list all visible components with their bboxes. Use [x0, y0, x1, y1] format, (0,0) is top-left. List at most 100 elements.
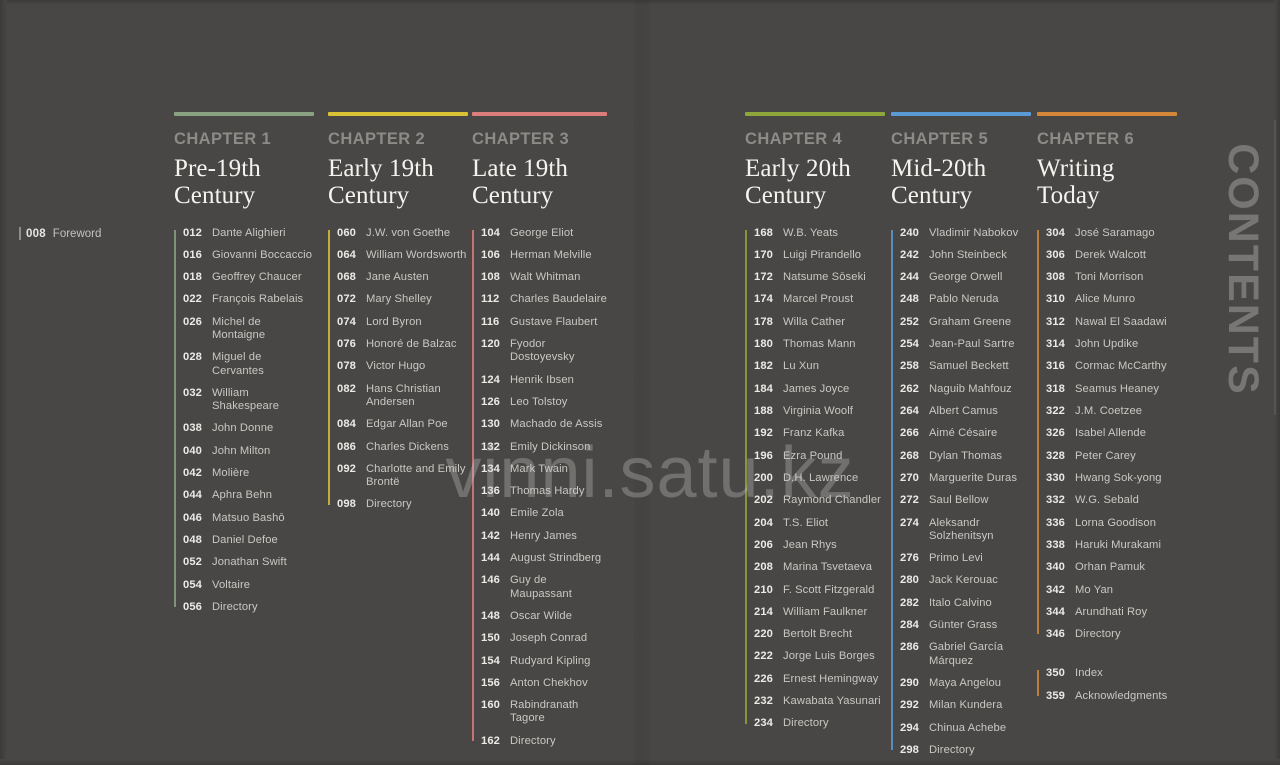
toc-entry[interactable]: 359 Acknowledgments [1046, 690, 1177, 703]
toc-entry[interactable]: 330 Hwang Sok-yong [1046, 472, 1177, 485]
toc-entry[interactable]: 318 Seamus Heaney [1046, 383, 1177, 396]
toc-entry[interactable]: 168 W.B. Yeats [754, 227, 885, 240]
toc-entry[interactable]: 206 Jean Rhys [754, 539, 885, 552]
toc-entry[interactable]: 342 Mo Yan [1046, 584, 1177, 597]
toc-entry[interactable]: 326 Isabel Allende [1046, 427, 1177, 440]
toc-entry[interactable]: 026 Michel de Montaigne [183, 316, 314, 342]
toc-entry[interactable]: 270 Marguerite Duras [900, 472, 1031, 485]
toc-entry[interactable]: 056 Directory [183, 601, 314, 614]
toc-entry[interactable]: 200 D.H. Lawrence [754, 472, 885, 485]
toc-entry[interactable]: 314 John Updike [1046, 338, 1177, 351]
toc-entry[interactable]: 156 Anton Chekhov [481, 677, 607, 690]
toc-entry[interactable]: 180 Thomas Mann [754, 338, 885, 351]
toc-entry[interactable]: 140 Emile Zola [481, 507, 607, 520]
toc-entry[interactable]: 332 W.G. Sebald [1046, 494, 1177, 507]
toc-entry[interactable]: 282 Italo Calvino [900, 597, 1031, 610]
toc-entry[interactable]: 084 Edgar Allan Poe [337, 418, 468, 431]
toc-entry[interactable]: 160 Rabindranath Tagore [481, 699, 607, 725]
foreword-entry[interactable]: 008 Foreword [19, 227, 101, 240]
toc-entry[interactable]: 284 Günter Grass [900, 619, 1031, 632]
toc-entry[interactable]: 268 Dylan Thomas [900, 450, 1031, 463]
toc-entry[interactable]: 306 Derek Walcott [1046, 249, 1177, 262]
toc-entry[interactable]: 124 Henrik Ibsen [481, 374, 607, 387]
toc-entry[interactable]: 272 Saul Bellow [900, 494, 1031, 507]
toc-entry[interactable]: 054 Voltaire [183, 579, 314, 592]
toc-entry[interactable]: 204 T.S. Eliot [754, 517, 885, 530]
toc-entry[interactable]: 188 Virginia Woolf [754, 405, 885, 418]
toc-entry[interactable]: 344 Arundhati Roy [1046, 606, 1177, 619]
toc-entry[interactable]: 248 Pablo Neruda [900, 293, 1031, 306]
toc-entry[interactable]: 312 Nawal El Saadawi [1046, 316, 1177, 329]
toc-entry[interactable]: 076 Honoré de Balzac [337, 338, 468, 351]
toc-entry[interactable]: 116 Gustave Flaubert [481, 316, 607, 329]
toc-entry[interactable]: 130 Machado de Assis [481, 418, 607, 431]
toc-entry[interactable]: 048 Daniel Defoe [183, 534, 314, 547]
toc-entry[interactable]: 214 William Faulkner [754, 606, 885, 619]
toc-entry[interactable]: 022 François Rabelais [183, 293, 314, 306]
toc-entry[interactable]: 092 Charlotte and Emily Brontë [337, 463, 468, 489]
toc-entry[interactable]: 042 Molière [183, 467, 314, 480]
toc-entry[interactable]: 292 Milan Kundera [900, 699, 1031, 712]
toc-entry[interactable]: 072 Mary Shelley [337, 293, 468, 306]
toc-entry[interactable]: 112 Charles Baudelaire [481, 293, 607, 306]
toc-entry[interactable]: 234 Directory [754, 717, 885, 730]
toc-entry[interactable]: 328 Peter Carey [1046, 450, 1177, 463]
toc-entry[interactable]: 262 Naguib Mahfouz [900, 383, 1031, 396]
toc-entry[interactable]: 346 Directory [1046, 628, 1177, 641]
toc-entry[interactable]: 032 William Shakespeare [183, 387, 314, 413]
toc-entry[interactable]: 210 F. Scott Fitzgerald [754, 584, 885, 597]
toc-entry[interactable]: 220 Bertolt Brecht [754, 628, 885, 641]
toc-entry[interactable]: 028 Miguel de Cervantes [183, 351, 314, 377]
toc-entry[interactable]: 142 Henry James [481, 530, 607, 543]
toc-entry[interactable]: 120 Fyodor Dostoyevsky [481, 338, 607, 364]
toc-entry[interactable]: 350 Index [1046, 667, 1177, 680]
toc-entry[interactable]: 154 Rudyard Kipling [481, 655, 607, 668]
toc-entry[interactable]: 170 Luigi Pirandello [754, 249, 885, 262]
toc-entry[interactable]: 148 Oscar Wilde [481, 610, 607, 623]
toc-entry[interactable]: 040 John Milton [183, 445, 314, 458]
toc-entry[interactable]: 052 Jonathan Swift [183, 556, 314, 569]
toc-entry[interactable]: 340 Orhan Pamuk [1046, 561, 1177, 574]
toc-entry[interactable]: 068 Jane Austen [337, 271, 468, 284]
toc-entry[interactable]: 252 Graham Greene [900, 316, 1031, 329]
toc-entry[interactable]: 182 Lu Xun [754, 360, 885, 373]
toc-entry[interactable]: 222 Jorge Luis Borges [754, 650, 885, 663]
toc-entry[interactable]: 232 Kawabata Yasunari [754, 695, 885, 708]
toc-entry[interactable]: 258 Samuel Beckett [900, 360, 1031, 373]
toc-entry[interactable]: 126 Leo Tolstoy [481, 396, 607, 409]
toc-entry[interactable]: 044 Aphra Behn [183, 489, 314, 502]
toc-entry[interactable]: 208 Marina Tsvetaeva [754, 561, 885, 574]
toc-entry[interactable]: 316 Cormac McCarthy [1046, 360, 1177, 373]
toc-entry[interactable]: 304 José Saramago [1046, 227, 1177, 240]
toc-entry[interactable]: 016 Giovanni Boccaccio [183, 249, 314, 262]
toc-entry[interactable]: 266 Aimé Césaire [900, 427, 1031, 440]
toc-entry[interactable]: 038 John Donne [183, 422, 314, 435]
toc-entry[interactable]: 202 Raymond Chandler [754, 494, 885, 507]
toc-entry[interactable]: 308 Toni Morrison [1046, 271, 1177, 284]
toc-entry[interactable]: 178 Willa Cather [754, 316, 885, 329]
toc-entry[interactable]: 244 George Orwell [900, 271, 1031, 284]
toc-entry[interactable]: 046 Matsuo Bashō [183, 512, 314, 525]
toc-entry[interactable]: 150 Joseph Conrad [481, 632, 607, 645]
toc-entry[interactable]: 060 J.W. von Goethe [337, 227, 468, 240]
toc-entry[interactable]: 196 Ezra Pound [754, 450, 885, 463]
toc-entry[interactable]: 254 Jean-Paul Sartre [900, 338, 1031, 351]
toc-entry[interactable]: 106 Herman Melville [481, 249, 607, 262]
toc-entry[interactable]: 322 J.M. Coetzee [1046, 405, 1177, 418]
toc-entry[interactable]: 064 William Wordsworth [337, 249, 468, 262]
toc-entry[interactable]: 310 Alice Munro [1046, 293, 1177, 306]
toc-entry[interactable]: 082 Hans Christian Andersen [337, 383, 468, 409]
toc-entry[interactable]: 162 Directory [481, 735, 607, 748]
toc-entry[interactable]: 172 Natsume Sōseki [754, 271, 885, 284]
toc-entry[interactable]: 298 Directory [900, 744, 1031, 757]
toc-entry[interactable]: 144 August Strindberg [481, 552, 607, 565]
toc-entry[interactable]: 098 Directory [337, 498, 468, 511]
toc-entry[interactable]: 108 Walt Whitman [481, 271, 607, 284]
toc-entry[interactable]: 086 Charles Dickens [337, 441, 468, 454]
toc-entry[interactable]: 136 Thomas Hardy [481, 485, 607, 498]
toc-entry[interactable]: 276 Primo Levi [900, 552, 1031, 565]
toc-entry[interactable]: 012 Dante Alighieri [183, 227, 314, 240]
toc-entry[interactable]: 132 Emily Dickinson [481, 441, 607, 454]
toc-entry[interactable]: 134 Mark Twain [481, 463, 607, 476]
toc-entry[interactable]: 018 Geoffrey Chaucer [183, 271, 314, 284]
